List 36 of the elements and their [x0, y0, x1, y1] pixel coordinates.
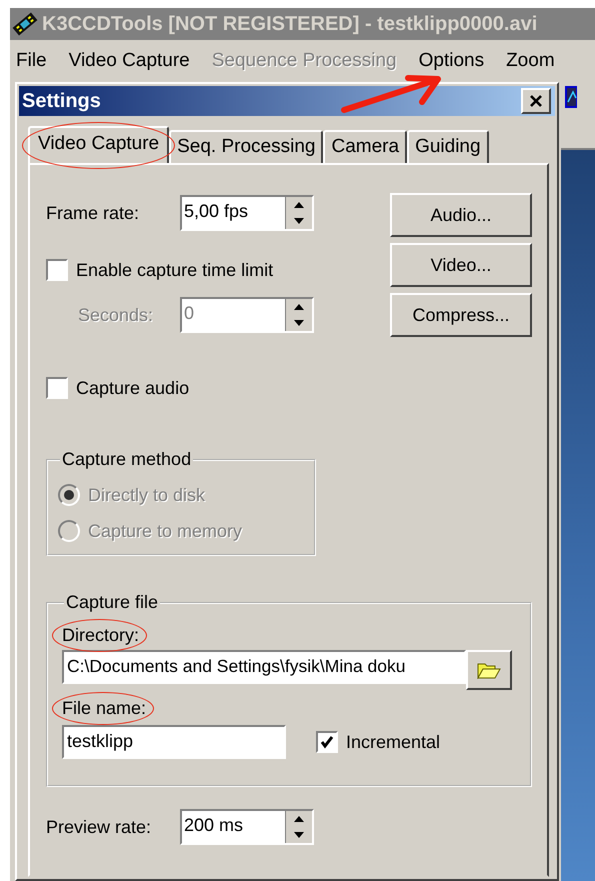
radio-label: Directly to disk [88, 484, 206, 506]
menu-item[interactable]: Options [418, 50, 484, 72]
folder-icon [477, 661, 501, 679]
toolbar-icon[interactable] [565, 86, 577, 108]
checkbox[interactable] [46, 259, 68, 281]
checkbox-label: Capture audio [76, 378, 190, 398]
push-button[interactable]: Compress... [390, 293, 532, 337]
radio-label: Capture to memory [88, 520, 242, 542]
tab[interactable]: Camera [323, 130, 408, 163]
menu-item[interactable]: Video Capture [68, 50, 190, 72]
directory-field[interactable]: C:\Documents and Settings\fysik\Mina doku [62, 650, 466, 684]
file-name-field[interactable]: testklipp [62, 725, 286, 759]
check-icon [319, 734, 335, 750]
field-label: Seconds: [78, 304, 154, 326]
tab[interactable]: Guiding [407, 130, 489, 163]
group-title: Capture file [65, 592, 160, 613]
checkbox-label: Enable capture time limit [76, 260, 274, 280]
push-button[interactable]: Audio... [390, 193, 532, 237]
field-label: File name: [62, 698, 146, 718]
checkbox-label: Incremental [346, 732, 440, 752]
tab[interactable]: Seq. Processing [169, 130, 324, 163]
field-label: Preview rate: [46, 816, 152, 838]
close-icon [529, 94, 543, 108]
window-title: K3CCDTools [NOT REGISTERED] - testklipp0000.avi [42, 12, 538, 36]
dialog-title: Settings [22, 90, 101, 112]
tab[interactable]: Video Capture [28, 126, 170, 163]
group-title: Capture method [61, 449, 192, 470]
field-label: Directory: [62, 625, 140, 645]
menu-item[interactable]: Zoom [506, 50, 555, 72]
checkbox[interactable] [316, 731, 338, 753]
checkbox[interactable] [46, 377, 68, 399]
field-label: Frame rate: [46, 202, 140, 224]
browse-button[interactable] [466, 650, 512, 690]
close-button[interactable] [521, 88, 551, 114]
push-button[interactable]: Video... [390, 243, 532, 287]
menu-item[interactable]: File [16, 50, 47, 72]
